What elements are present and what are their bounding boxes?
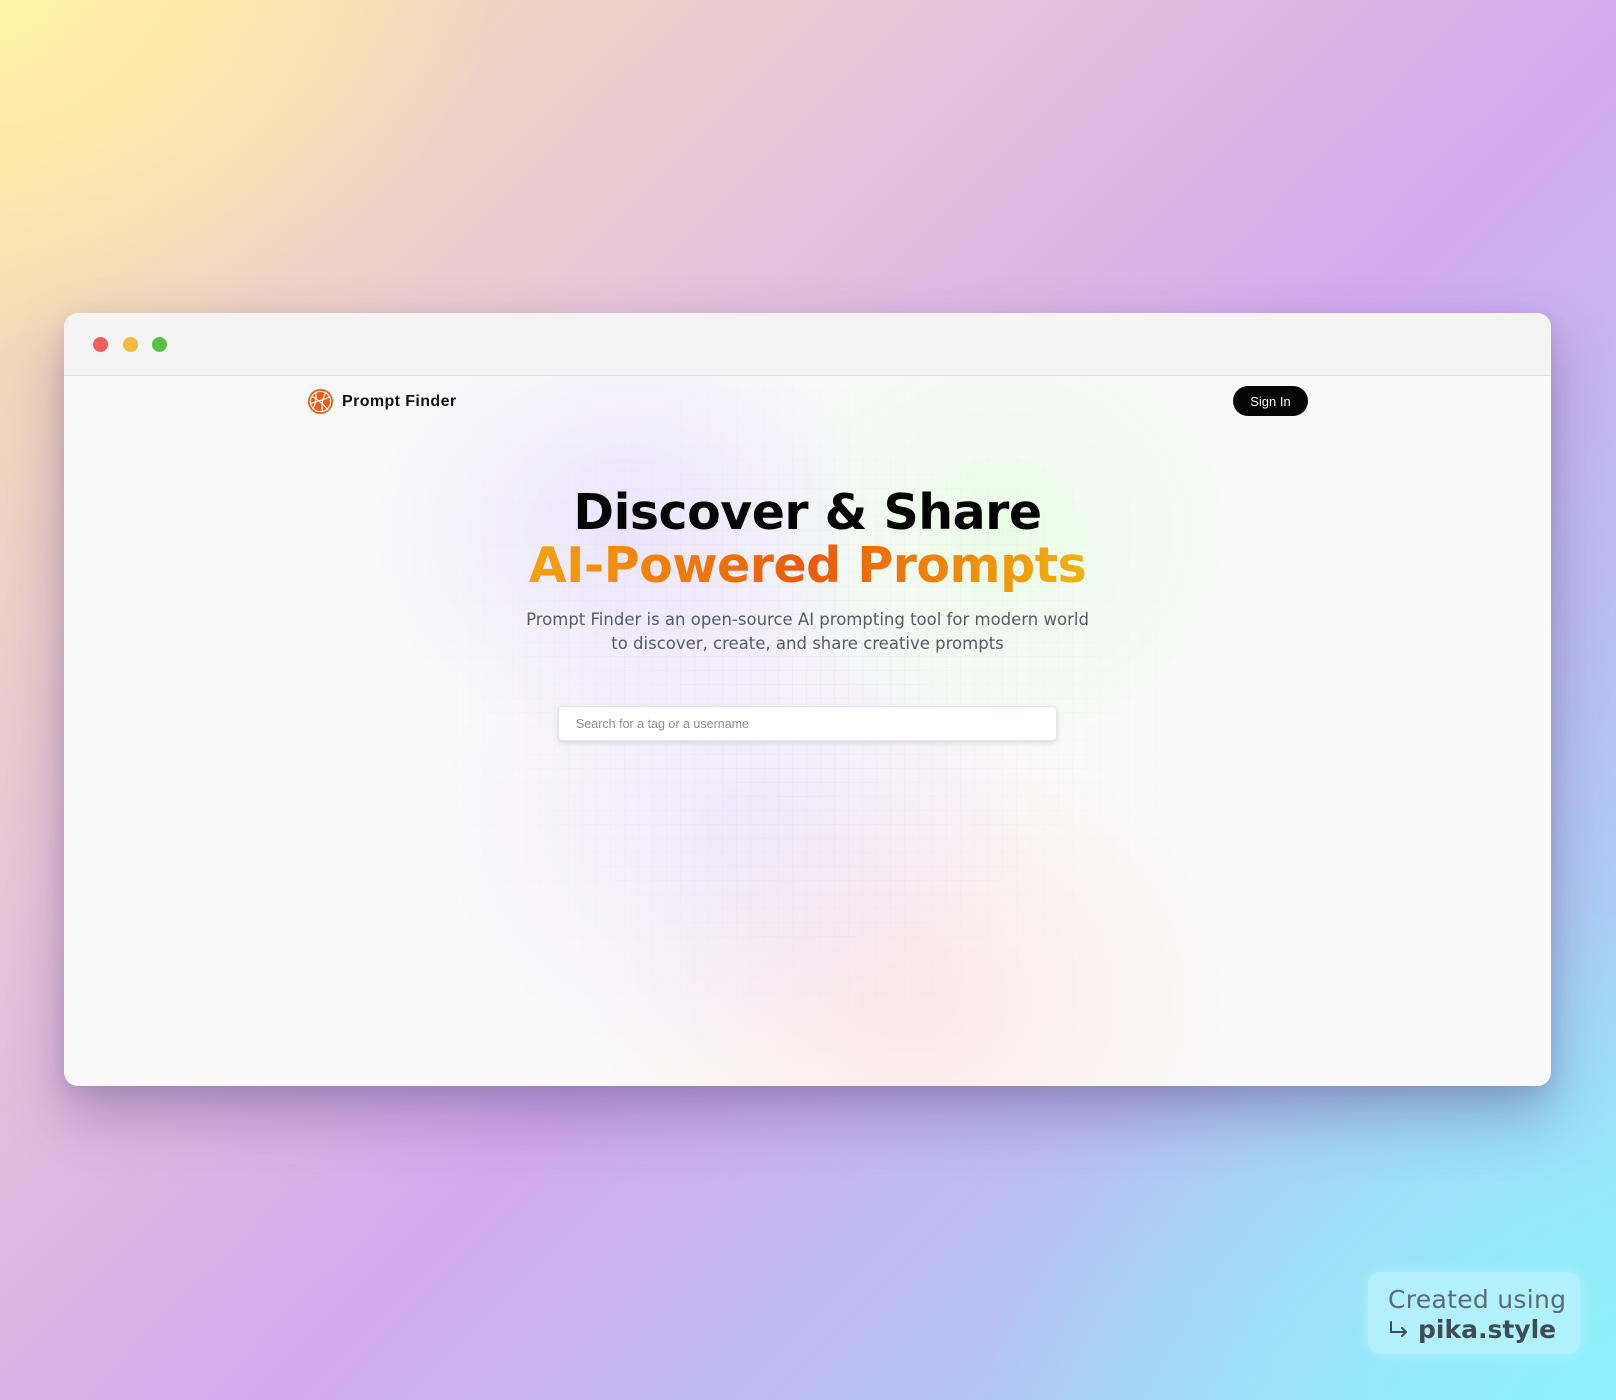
hero-title-line1: Discover & Share [573, 484, 1042, 541]
sign-in-button[interactable]: Sign In [1233, 386, 1308, 416]
corner-arrow-icon [1390, 1320, 1407, 1337]
top-nav: Prompt Finder Sign In [307, 386, 1308, 417]
search-input[interactable] [558, 706, 1057, 741]
page-viewport: Prompt Finder Sign In Discover & Share A… [64, 376, 1551, 1086]
search-form [558, 706, 1057, 741]
browser-window: Prompt Finder Sign In Discover & Share A… [64, 313, 1551, 1086]
logo-text: Prompt Finder [342, 392, 457, 410]
window-titlebar [64, 313, 1551, 376]
close-window-button[interactable] [93, 337, 108, 352]
maximize-window-button[interactable] [152, 337, 167, 352]
hero-section: Discover & Share AI-Powered Prompts Prom… [64, 486, 1551, 656]
minimize-window-button[interactable] [123, 337, 138, 352]
watermark-brand: pika.style [1418, 1315, 1557, 1344]
hero-title: Discover & Share AI-Powered Prompts [64, 486, 1551, 592]
hero-description: Prompt Finder is an open-source AI promp… [526, 610, 1089, 653]
logo-link[interactable]: Prompt Finder [307, 388, 457, 415]
watermark-brand-row: pika.style [1388, 1315, 1556, 1344]
watermark-badge: Created using pika.style [1368, 1272, 1580, 1354]
hero-title-line2: AI-Powered Prompts [528, 537, 1087, 594]
watermark-text: Created using [1388, 1285, 1567, 1314]
globe-icon [307, 388, 334, 415]
